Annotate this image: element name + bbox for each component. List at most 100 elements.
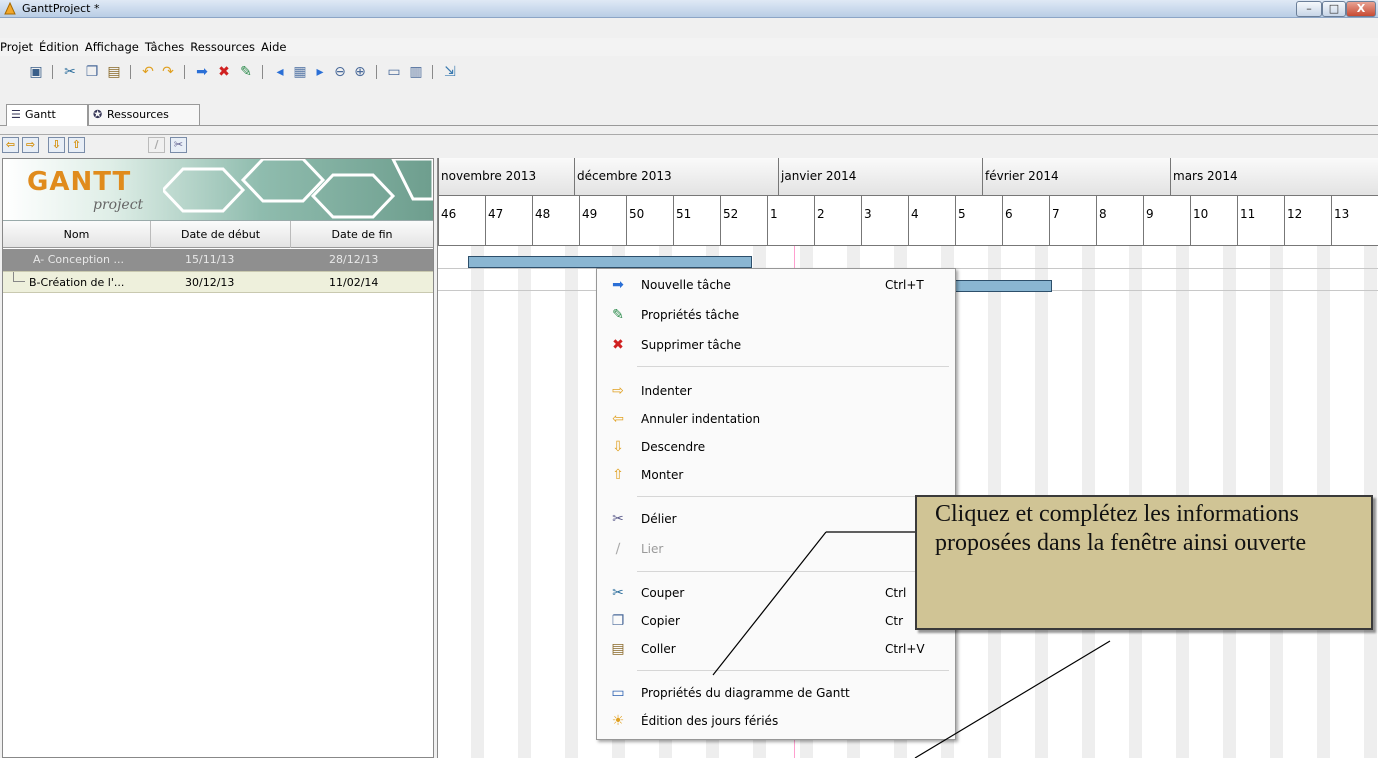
column-header-debut[interactable]: Date de début: [151, 221, 291, 248]
gantt-icon: ☰: [11, 108, 21, 121]
new-task-icon[interactable]: ➡: [194, 64, 210, 80]
instruction-callout: Cliquez et complétez les informations pr…: [915, 495, 1373, 630]
preview-icon[interactable]: ▥: [408, 64, 424, 80]
close-button[interactable]: X: [1346, 1, 1376, 17]
toolbar-separator: [130, 65, 131, 79]
menu-item-proprietes-tache[interactable]: ✎ Propriétés tâche: [597, 301, 955, 329]
tab-ressources[interactable]: ✪ Ressources: [88, 104, 200, 125]
menu-item-label: Propriétés tâche: [641, 308, 740, 322]
menu-item-delier[interactable]: ✂ Délier: [597, 505, 955, 533]
weekend-stripe: [471, 246, 484, 758]
properties-icon: ✎: [612, 307, 624, 323]
cut-icon[interactable]: ✂: [62, 64, 78, 80]
menu-edition[interactable]: Édition: [36, 38, 82, 56]
task-bar-a[interactable]: [468, 256, 752, 268]
menu-aide[interactable]: Aide: [258, 38, 289, 56]
ganttproject-logo: GANTT project: [3, 159, 433, 221]
menu-item-shortcut: Ctrl+V: [885, 642, 925, 656]
week-label: 9: [1143, 196, 1190, 246]
week-label: 8: [1096, 196, 1143, 246]
view-tabs: ☰ Gantt ✪ Ressources: [0, 104, 1378, 126]
menu-item-monter[interactable]: ⇧ Monter: [597, 461, 955, 489]
app-icon: [4, 2, 16, 15]
menu-item-label: Copier: [641, 614, 680, 628]
link-icon[interactable]: ⇲: [442, 64, 458, 80]
menu-item-jours-feries[interactable]: ☀ Édition des jours fériés: [597, 707, 955, 735]
task-table: GANTT project Nom Date de début Date de …: [2, 158, 434, 758]
main-toolbar: ▣ ✂ ❐ ▤ ↶ ↷ ➡ ✖ ✎ ◂ ▦ ▸ ⊖ ⊕ ▭ ▥ ⇲: [0, 58, 1378, 86]
weekend-stripe: [565, 246, 578, 758]
resources-icon: ✪: [93, 108, 103, 121]
scroll-left-icon[interactable]: ◂: [272, 64, 288, 80]
week-label: 52: [720, 196, 767, 246]
print-icon[interactable]: ▭: [386, 64, 402, 80]
menu-item-shortcut: Ctrl: [885, 586, 907, 600]
zoom-out-icon[interactable]: ⊖: [332, 64, 348, 80]
task-start: 30/12/13: [185, 276, 235, 289]
menu-taches[interactable]: Tâches: [142, 38, 187, 56]
save-icon[interactable]: ▣: [28, 64, 44, 80]
copy-icon[interactable]: ❐: [84, 64, 100, 80]
menu-item-couper[interactable]: ✂ Couper Ctrl: [597, 579, 955, 607]
holiday-icon: ☀: [611, 713, 625, 729]
undo-icon[interactable]: ↶: [140, 64, 156, 80]
week-label: 2: [814, 196, 861, 246]
grid-icon[interactable]: ▦: [292, 64, 308, 80]
cut-icon: ✂: [612, 585, 624, 601]
properties-icon[interactable]: ✎: [238, 64, 254, 80]
tab-gantt[interactable]: ☰ Gantt: [6, 104, 88, 126]
minimize-button[interactable]: –: [1296, 1, 1322, 17]
menu-separator: [637, 571, 949, 572]
link-disabled-icon: ∕: [148, 137, 165, 153]
menu-item-nouvelle-tache[interactable]: ➡ Nouvelle tâche Ctrl+T: [597, 271, 955, 299]
week-label: 5: [955, 196, 1002, 246]
delete-icon[interactable]: ✖: [216, 64, 232, 80]
menu-separator: [637, 496, 949, 497]
week-label: 13: [1331, 196, 1378, 246]
paste-icon[interactable]: ▤: [106, 64, 122, 80]
scroll-right-icon[interactable]: ▸: [312, 64, 328, 80]
unlink-icon[interactable]: ✂: [170, 137, 187, 153]
month-label: février 2014: [982, 158, 1170, 196]
menu-item-label: Délier: [641, 512, 677, 526]
move-up-icon[interactable]: ⇧: [68, 137, 85, 153]
menu-item-label: Édition des jours fériés: [641, 714, 779, 728]
redo-icon[interactable]: ↷: [160, 64, 176, 80]
unindent-icon: ⇦: [612, 411, 624, 427]
table-header: Nom Date de début Date de fin: [3, 221, 433, 248]
copy-icon: ❐: [611, 613, 625, 629]
week-label: 49: [579, 196, 626, 246]
menu-item-label: Lier: [641, 542, 664, 556]
menu-ressources[interactable]: Ressources: [187, 38, 258, 56]
table-row[interactable]: A- Conception ... 15/11/13 28/12/13: [3, 249, 433, 271]
column-header-nom[interactable]: Nom: [3, 221, 151, 248]
link-icon: ∕: [615, 541, 621, 557]
menu-item-coller[interactable]: ▤ Coller Ctrl+V: [597, 635, 955, 663]
move-down-icon[interactable]: ⇩: [48, 137, 65, 153]
table-row[interactable]: B-Création de l'... 30/12/13 11/02/14: [3, 271, 433, 293]
week-label: 10: [1190, 196, 1237, 246]
menu-item-proprietes-diagramme[interactable]: ▭ Propriétés du diagramme de Gantt: [597, 679, 955, 707]
menu-item-descendre[interactable]: ⇩ Descendre: [597, 433, 955, 461]
zoom-in-icon[interactable]: ⊕: [352, 64, 368, 80]
menu-item-supprimer-tache[interactable]: ✖ Supprimer tâche: [597, 331, 955, 359]
window-title: GanttProject *: [22, 2, 100, 15]
menu-item-annuler-indentation[interactable]: ⇦ Annuler indentation: [597, 405, 955, 433]
task-name: B-Création de l'...: [29, 276, 125, 289]
column-header-fin[interactable]: Date de fin: [291, 221, 433, 248]
menu-item-copier[interactable]: ❐ Copier Ctr: [597, 607, 955, 635]
menu-item-indenter[interactable]: ⇨ Indenter: [597, 377, 955, 405]
delete-icon: ✖: [612, 337, 624, 353]
indent-left-icon[interactable]: ⇦: [2, 137, 19, 153]
indent-right-icon[interactable]: ⇨: [22, 137, 39, 153]
move-down-icon: ⇩: [612, 439, 624, 455]
menu-item-lier: ∕ Lier: [597, 535, 955, 563]
menu-affichage[interactable]: Affichage: [82, 38, 142, 56]
indent-icon: ⇨: [612, 383, 624, 399]
menu-projet[interactable]: Projet: [0, 38, 36, 56]
toolbar-separator: [376, 65, 377, 79]
context-menu: ➡ Nouvelle tâche Ctrl+T ✎ Propriétés tâc…: [596, 268, 956, 740]
maximize-button[interactable]: □: [1322, 1, 1346, 17]
weekend-stripe: [518, 246, 531, 758]
toolbar-separator: [52, 65, 53, 79]
